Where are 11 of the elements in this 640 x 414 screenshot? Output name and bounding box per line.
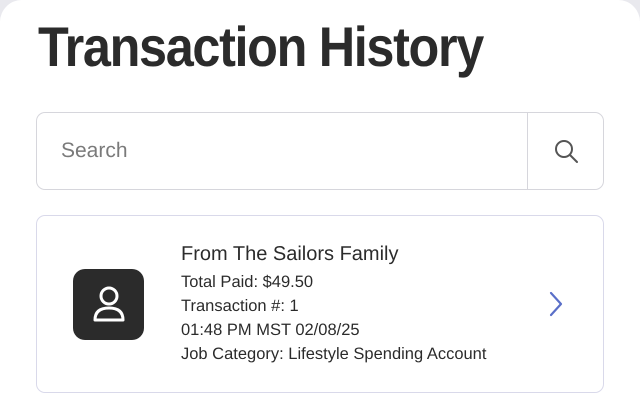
transaction-detail: Job Category: Lifestyle Spending Account <box>181 344 488 364</box>
page-title: Transaction History <box>38 14 483 80</box>
search-field[interactable]: Search <box>36 112 527 190</box>
transaction-detail: Total Paid: $49.50 <box>181 272 314 292</box>
transaction-card[interactable]: From The Sailors Family Total Paid: $49.50 Transaction #: 1 01:48 PM MST 02/08/25 Job Category: Lifestyle Spending Account <box>36 215 604 393</box>
transaction-detail: 01:48 PM MST 02/08/25 <box>181 320 361 340</box>
person-icon <box>73 268 144 340</box>
transaction-detail: Transaction #: 1 <box>181 296 300 316</box>
chevron-icon[interactable] <box>549 291 563 317</box>
search-icon <box>552 138 578 164</box>
transaction-title: From The Sailors Family <box>181 242 400 266</box>
